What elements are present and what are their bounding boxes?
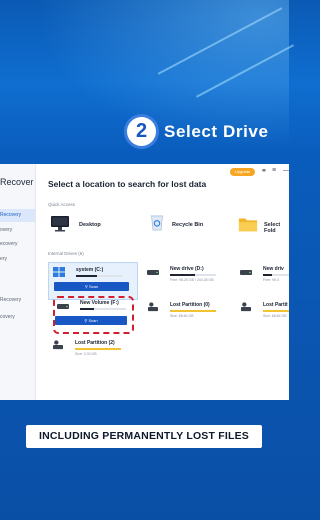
hard-drive-icon [147,270,159,275]
upgrade-button[interactable]: Upgrade [230,168,255,176]
drive-usage-fill [170,274,196,276]
drive-usage-bar [263,274,289,276]
drive-name: Lost Partition (0) [170,302,210,308]
drive-card-e[interactable]: New driv Free: 99.3 [236,262,289,298]
quick-access-label-select-folder: Select Fold [264,222,281,234]
selection-highlight [53,296,134,334]
partition-size: Size: 68.84 GB [170,314,194,318]
drive-name: Lost Partit [263,302,288,308]
scan-button[interactable]: ⚲ Scan [54,282,129,291]
partition-size: Size: 2.00 GB [75,352,97,356]
folder-icon [238,218,258,232]
drive-card-lost-partition-2[interactable]: Lost Partition (2) Size: 2.00 GB [48,336,136,372]
drive-card-lost-partition-1[interactable]: Lost Partit Size: 68.84 GB [236,298,289,334]
desktop-monitor-icon [51,216,69,232]
drive-card-d[interactable]: New drive (D:) Free: 98.25 GB / 244.35 G… [143,262,231,298]
drive-free-space: Free: 99.3 [263,278,279,282]
app-window: Recover Recovery overy ecovery ery Recov… [0,164,289,400]
drive-free-space: Free: 98.25 GB / 244.35 GB [170,278,214,282]
caption-banner: INCLUDING PERMANENTLY LOST FILES [26,425,262,448]
headset-icon[interactable]: ⚭ [261,167,267,175]
partition-size: Size: 68.84 GB [263,314,287,318]
sidebar-item[interactable]: ecovery [0,241,18,247]
drive-usage-fill [263,274,273,276]
step-number-badge: 2 [127,117,156,146]
sidebar-item[interactable]: overy [0,227,12,233]
drive-usage-fill [76,275,97,277]
internal-drives-label: Internal Drives (6) [48,251,84,256]
drive-usage-bar [170,310,216,312]
quick-access-label-recycle-bin: Recycle Bin [172,222,204,228]
sidebar-item[interactable]: ery [0,256,7,262]
sidebar-item[interactable]: covery [0,314,15,320]
sidebar-item[interactable]: Recovery [0,297,21,303]
lost-partition-icon [148,302,158,312]
sidebar: Recover Recovery overy ecovery ery Recov… [0,164,36,400]
drive-usage-fill [263,310,289,312]
lost-partition-icon [241,302,251,312]
step-label: Select Drive [164,121,269,141]
hard-drive-icon [240,270,252,275]
minimize-icon[interactable]: — [283,167,289,174]
drive-name: New drive (D:) [170,266,204,272]
drive-card-lost-partition-0[interactable]: Lost Partition (0) Size: 68.84 GB [143,298,231,334]
page-title: Select a location to search for lost dat… [48,179,207,189]
lost-partition-icon [53,340,63,350]
drive-card-c[interactable]: system (C:) ⚲ Scan [48,262,138,300]
quick-access-label-desktop: Desktop [79,222,101,228]
app-brand: Recover [0,177,34,187]
windows-drive-icon [53,267,65,277]
scan-label: Scan [88,284,99,289]
step-heading: 2 Select Drive [127,117,269,146]
recycle-bin-icon [150,215,164,231]
drive-name: Lost Partition (2) [75,340,115,346]
drive-name: system (C:) [76,267,104,273]
drive-name: New driv [263,266,284,272]
menu-icon[interactable]: ≡ [272,167,276,174]
drive-usage-fill [75,348,121,350]
sidebar-item-recovery[interactable]: Recovery [0,209,35,222]
drive-usage-fill [170,310,216,312]
drive-usage-bar [263,310,289,312]
quick-access-label: Quick Access [48,202,76,207]
drive-usage-bar [75,348,121,350]
drive-usage-bar [76,275,122,277]
drive-usage-bar [170,274,216,276]
